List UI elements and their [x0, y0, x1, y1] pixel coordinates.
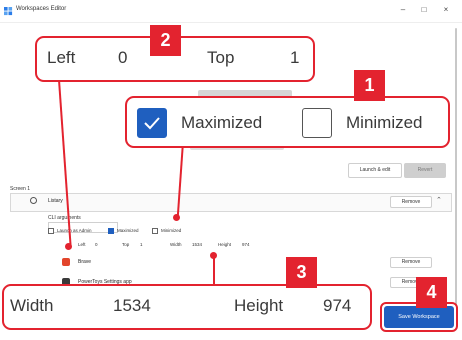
screen-label: Screen 1	[10, 186, 31, 192]
callout-badge-3: 3	[286, 257, 317, 288]
height-input[interactable]: 974	[323, 296, 351, 316]
scrollbar-thumb[interactable]	[455, 28, 457, 318]
checkmark-icon	[144, 117, 160, 130]
callout-badge-1: 1	[354, 70, 385, 101]
top-input[interactable]: 1	[290, 48, 299, 68]
launch-as-admin-label: Launch as Admin	[57, 228, 92, 233]
brave-icon	[62, 258, 70, 266]
left-label: Left	[47, 48, 76, 67]
maximized-label: Maximized	[181, 113, 263, 132]
callout-3-connector	[213, 255, 215, 285]
app-name: Listary	[48, 198, 63, 204]
callout-2-pointer	[65, 243, 72, 250]
minimize-button[interactable]: –	[392, 3, 414, 17]
width-label-small: Width	[170, 242, 182, 247]
maximize-button[interactable]: □	[413, 3, 435, 17]
left-label-small: Left	[78, 242, 86, 247]
callout-badge-2: 2	[150, 25, 181, 56]
top-label: Top	[207, 48, 235, 67]
width-label: Width	[10, 296, 54, 315]
callout-3-panel	[2, 284, 372, 330]
window-title: Workspaces Editor	[16, 6, 67, 12]
launch-as-admin-checkbox[interactable]	[48, 228, 54, 234]
minimized-checkbox[interactable]	[302, 108, 332, 138]
callout-1-pointer	[173, 214, 180, 221]
remove-button[interactable]: Remove	[390, 257, 432, 268]
remove-button[interactable]: Remove	[390, 196, 432, 208]
app-card-header[interactable]	[10, 193, 452, 212]
top-label-small: Top	[122, 242, 130, 247]
minimized-checkbox-small[interactable]	[152, 228, 158, 234]
maximized-checkbox[interactable]	[137, 108, 167, 138]
search-icon	[30, 197, 37, 204]
minimized-label-small: Minimized	[161, 228, 182, 233]
height-input-small[interactable]: 974	[242, 242, 250, 247]
app-row-name: Brave	[78, 259, 92, 265]
maximized-checkbox-small[interactable]	[108, 228, 114, 234]
minimized-label: Minimized	[346, 113, 423, 132]
scrollbar[interactable]	[453, 22, 459, 322]
revert-button[interactable]: Revert	[404, 163, 446, 178]
left-input-small[interactable]: 0	[95, 242, 98, 247]
workspaces-app-icon	[4, 7, 13, 16]
maximized-label-small: Maximized	[117, 228, 139, 233]
top-input-small[interactable]: 1	[140, 242, 143, 247]
height-label: Height	[234, 296, 284, 315]
callout-3-pointer	[210, 252, 217, 259]
width-input-small[interactable]: 1534	[192, 242, 202, 247]
cli-arguments-label: CLI arguments	[48, 215, 81, 221]
launch-edit-button[interactable]: Launch & edit	[348, 163, 402, 178]
height-label-small: Height	[218, 242, 232, 247]
save-workspace-button[interactable]: Save Workspace	[384, 306, 454, 328]
chevron-up-icon[interactable]: ⌃	[436, 196, 442, 204]
left-input[interactable]: 0	[118, 48, 127, 68]
callout-badge-4: 4	[416, 277, 447, 308]
width-input[interactable]: 1534	[113, 296, 151, 316]
close-button[interactable]: ×	[435, 3, 457, 17]
